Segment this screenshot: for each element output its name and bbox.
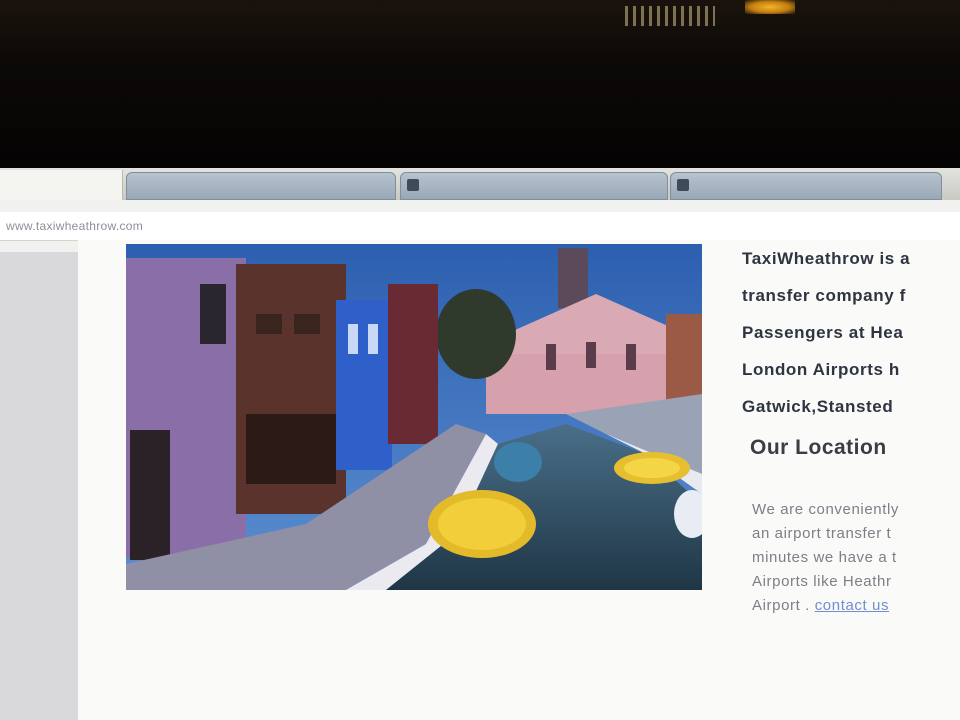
our-location-heading: Our Location	[750, 436, 887, 459]
tab-active[interactable]	[0, 170, 123, 200]
address-bar[interactable]: www.taxiwheathrow.com	[0, 212, 960, 241]
favicon-icon	[677, 179, 689, 191]
location-text: We are conveniently an airport transfer …	[752, 498, 960, 618]
tab-3[interactable]	[400, 172, 668, 200]
contact-us-link[interactable]: contact us	[815, 597, 889, 614]
lamp-light	[745, 0, 795, 14]
web-page: TaxiWheathrow is a transfer company f Pa…	[78, 240, 960, 720]
location-line: Airports like Heathr	[752, 573, 892, 590]
background-lights	[625, 6, 715, 26]
location-line: minutes we have a t	[752, 549, 897, 566]
intro-text: TaxiWheathrow is a transfer company f Pa…	[742, 240, 960, 425]
location-line: We are conveniently	[752, 501, 900, 518]
intro-line: TaxiWheathrow is a	[742, 249, 911, 268]
room-background	[0, 0, 960, 170]
tab-4[interactable]	[670, 172, 942, 200]
favicon-icon	[407, 179, 419, 191]
browser-window: www.taxiwheathrow.com TaxiWheathrow is a…	[0, 168, 960, 720]
location-line-end: Airport .	[752, 597, 810, 614]
tab-2[interactable]	[126, 172, 396, 200]
location-line: an airport transfer t	[752, 525, 892, 542]
left-gutter	[0, 252, 78, 720]
venice-canal-photo	[126, 244, 702, 590]
intro-line: transfer company f	[742, 286, 906, 305]
intro-line: Passengers at Hea	[742, 323, 904, 342]
tab-bar	[0, 168, 960, 200]
intro-line: London Airports h	[742, 360, 900, 379]
location-line: Airport . contact us	[752, 594, 960, 618]
url-text[interactable]: www.taxiwheathrow.com	[6, 219, 143, 233]
intro-line: Gatwick,Stansted	[742, 397, 894, 416]
